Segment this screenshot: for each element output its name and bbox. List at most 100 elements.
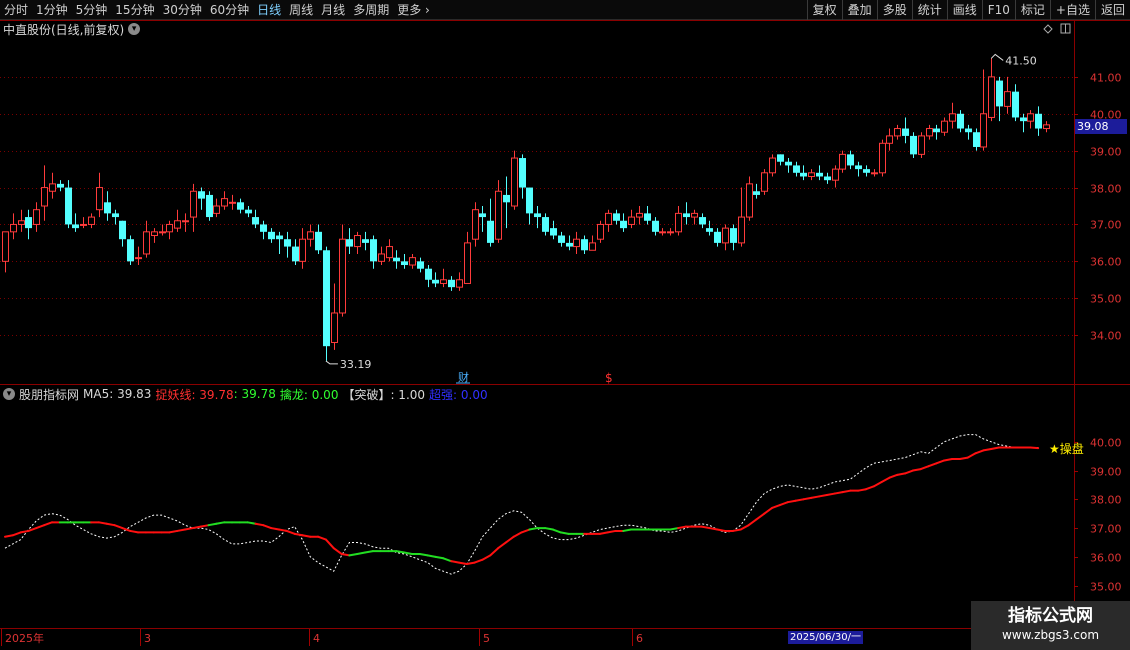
chaoqiang-label: 超强: 0.00 (429, 387, 488, 402)
ma-segment-106 (833, 491, 844, 495)
ma-segment-100 (786, 499, 797, 504)
candle-body-36 (284, 239, 291, 247)
main-chart-svg[interactable]: 34.00 35.00 36.00 37.00 38.00 39.00 40.00 41.00… (0, 0, 1130, 650)
candle-body-80 (628, 216, 635, 225)
star-label: ★操盘 (1049, 441, 1084, 456)
candle-body-106 (832, 168, 839, 181)
xaxis-label-0: 2025年 (5, 631, 44, 645)
candle-body-5 (41, 187, 48, 207)
ma-segment-5 (43, 521, 53, 527)
price-tick-label-2: 36.00 (1090, 256, 1122, 269)
candle-body-2 (18, 220, 25, 225)
candle-body-70 (550, 228, 557, 236)
candle-body-8 (65, 187, 72, 225)
ma-segment-91 (716, 528, 727, 532)
candle-body-81 (636, 212, 643, 218)
ma-segment-120 (943, 458, 954, 462)
watermark-url: www.zbgs3.com (1001, 628, 1100, 642)
candle-body-124 (973, 132, 980, 147)
candle-body-120 (941, 120, 948, 133)
candle-body-71 (558, 235, 565, 243)
candle-body-79 (620, 220, 627, 229)
candle-body-75 (589, 242, 596, 251)
finance-marker: 财 (458, 370, 469, 384)
ma-segment-22 (176, 528, 187, 532)
candle-body-9 (72, 224, 79, 229)
candle-body-132 (1035, 113, 1042, 129)
ma-segment-103 (810, 495, 821, 499)
candle-body-89 (699, 217, 706, 225)
ma-segment-62 (489, 547, 500, 557)
low-pointer (325, 360, 338, 365)
candle-body-11 (88, 216, 95, 225)
ma-segment-94 (739, 524, 750, 531)
ma-segment-85 (669, 527, 680, 531)
candle-body-93 (730, 228, 737, 243)
ma-segment-79 (622, 528, 633, 532)
candle-body-96 (753, 191, 760, 195)
candle-body-45 (354, 235, 361, 248)
ma-segment-41 (324, 538, 335, 550)
candle-body-15 (119, 220, 126, 240)
ind-tick-label-4: 39.00 (1090, 466, 1122, 479)
candle-body-1 (10, 223, 17, 233)
candle-body-50 (393, 257, 400, 262)
candle-body-103 (808, 172, 815, 177)
candle-body-130 (1020, 117, 1027, 122)
indicator-dropdown-icon[interactable]: ▾ (3, 388, 15, 400)
ind-tick-label-2: 37.00 (1090, 523, 1122, 536)
ma-segment-109 (857, 488, 867, 492)
candle-body-82 (644, 213, 651, 221)
candle-body-42 (331, 312, 338, 343)
ind-tick-label-3: 38.00 (1090, 494, 1122, 507)
candle-body-3 (25, 217, 32, 229)
ma-segment-118 (927, 462, 938, 468)
candle-body-121 (949, 113, 956, 122)
candle-body-6 (49, 183, 56, 192)
candle-body-28 (221, 198, 228, 207)
candle-body-118 (926, 128, 933, 137)
candle-body-38 (299, 238, 306, 262)
candle-body-119 (933, 128, 940, 133)
candle-body-64 (503, 194, 510, 203)
dividend-marker: $ (605, 371, 613, 385)
ma-segment-23 (184, 527, 194, 531)
candle-body-91 (714, 231, 721, 243)
ma-segment-56 (442, 557, 453, 563)
candle-body-85 (667, 231, 674, 234)
candle-body-59 (464, 242, 471, 284)
candle-body-4 (33, 209, 40, 225)
ma-segment-69 (544, 527, 554, 531)
ma-segment-77 (606, 529, 617, 534)
qinlong-label: 擒龙: 0.00 (279, 387, 339, 402)
ma-segment-125 (982, 447, 993, 452)
ma-segment-36 (285, 529, 296, 535)
ma-segment-86 (677, 525, 687, 530)
ma-segment-96 (755, 512, 766, 521)
candle-body-27 (213, 205, 220, 214)
price-tick-label-1: 35.00 (1090, 293, 1122, 306)
ma-segment-13 (105, 522, 116, 527)
ma-segment-35 (277, 528, 288, 532)
watermark: 指标公式网 www.zbgs3.com (971, 601, 1130, 650)
candle-body-34 (268, 231, 275, 240)
candle-body-43 (339, 238, 346, 314)
candle-body-90 (706, 228, 713, 232)
zhuoyao-label: 捉妖线: 39.78 (155, 387, 234, 402)
candle-body-13 (104, 202, 111, 214)
ma-segment-64 (504, 535, 515, 544)
candle-body-54 (425, 268, 432, 280)
candle-body-111 (871, 172, 878, 175)
candle-body-83 (652, 220, 659, 232)
indicator-name[interactable]: 股朋指标网 (19, 386, 79, 403)
ma-segment-66 (520, 528, 531, 534)
candle-body-23 (182, 220, 189, 223)
ma-segment-122 (958, 456, 969, 461)
candle-body-51 (401, 261, 408, 266)
candle-body-109 (855, 165, 862, 170)
candle-body-63 (495, 190, 502, 240)
candle-body-133 (1043, 124, 1050, 130)
candle-body-22 (174, 220, 181, 229)
candle-body-122 (957, 113, 964, 129)
ma-segment-12 (97, 521, 108, 525)
